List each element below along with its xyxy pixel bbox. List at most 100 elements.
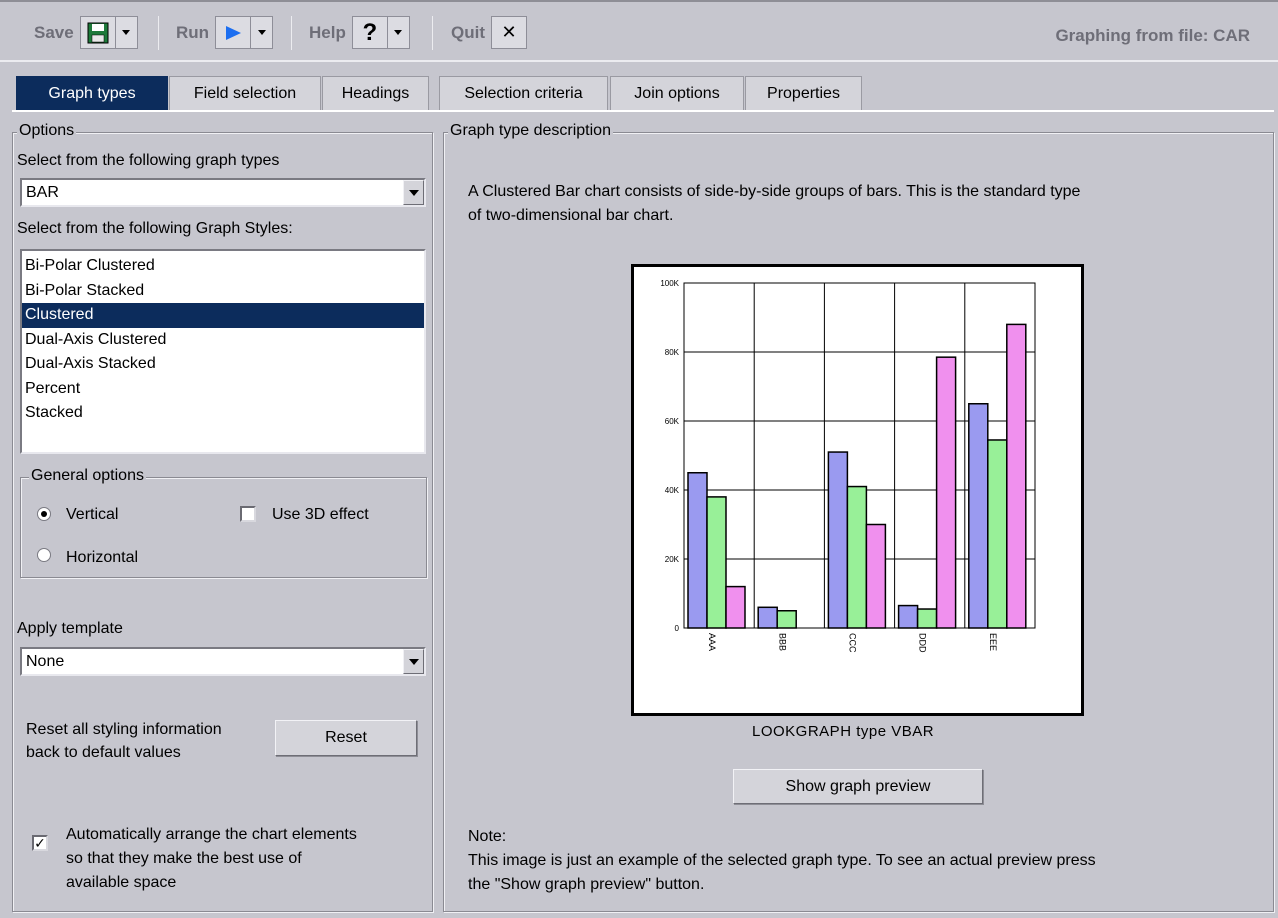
- floppy-disk-icon: [87, 22, 109, 43]
- tab-join-options[interactable]: Join options: [610, 76, 744, 110]
- horizontal-radio[interactable]: [37, 548, 51, 562]
- bar: [865, 523, 887, 629]
- bar-chart: 0 20K 40K 60K 80K 100K AAA BBB CCC DDD EEE: [660, 279, 1036, 653]
- toolbar-separator: [291, 16, 292, 50]
- chevron-down-icon: [394, 30, 403, 35]
- bar: [776, 610, 797, 629]
- bar: [935, 356, 957, 629]
- auto-arrange-line1[interactable]: Automatically arrange the chart elements: [66, 826, 357, 844]
- x-tick-label: BBB: [777, 633, 787, 651]
- help-button[interactable]: ?: [351, 16, 388, 49]
- note-line1: This image is just an example of the sel…: [468, 852, 1096, 869]
- note-label: Note:: [468, 828, 507, 845]
- tab-bar: Graph types Field selection Headings Sel…: [0, 66, 1278, 110]
- auto-arrange-line2[interactable]: so that they make the best use of: [66, 850, 302, 868]
- toolbar-separator: [158, 16, 159, 50]
- description-line1: A Clustered Bar chart consists of side-b…: [468, 183, 1081, 200]
- bar: [687, 472, 708, 629]
- example-chart: 0 20K 40K 60K 80K 100K AAA BBB CCC DDD EEE: [631, 264, 1084, 716]
- play-icon: [226, 25, 242, 40]
- tab-underline: [12, 110, 1274, 112]
- chevron-down-icon: [122, 30, 131, 35]
- apply-template-label: Apply template: [17, 620, 123, 637]
- chevron-down-icon: [408, 658, 419, 665]
- run-button[interactable]: [215, 16, 252, 49]
- save-button[interactable]: [79, 16, 116, 49]
- bar: [846, 485, 868, 629]
- help-group: Help ?: [309, 15, 410, 50]
- vertical-label[interactable]: Vertical: [66, 506, 118, 524]
- save-dropdown-button[interactable]: [115, 16, 138, 49]
- bar: [897, 604, 919, 629]
- x-tick-label: AAA: [707, 633, 717, 651]
- list-item-bi-polar-clustered[interactable]: Bi-Polar Clustered: [22, 254, 424, 279]
- quit-label[interactable]: Quit: [451, 23, 485, 43]
- list-item-clustered[interactable]: Clustered: [22, 303, 424, 328]
- bar: [757, 606, 778, 629]
- bar: [916, 608, 938, 629]
- template-select[interactable]: None: [20, 647, 426, 676]
- y-tick-label: 80K: [665, 348, 680, 357]
- note-line2: the "Show graph preview" button.: [468, 876, 705, 893]
- graph-styles-list[interactable]: Bi-Polar Clustered Bi-Polar Stacked Clus…: [20, 249, 426, 454]
- question-icon: ?: [362, 18, 378, 46]
- tab-field-selection[interactable]: Field selection: [169, 76, 321, 110]
- reset-description-line2: back to default values: [26, 744, 181, 761]
- description-line2: of two-dimensional bar chart.: [468, 207, 674, 224]
- chart-caption: LOOKGRAPH type VBAR: [752, 723, 935, 740]
- help-label[interactable]: Help: [309, 23, 346, 43]
- list-item-percent[interactable]: Percent: [22, 377, 424, 402]
- reset-description-line1: Reset all styling information: [26, 721, 222, 738]
- quit-button[interactable]: ✕: [491, 16, 527, 49]
- y-tick-label: 20K: [665, 555, 680, 564]
- general-options-legend: General options: [29, 467, 146, 485]
- list-item-dual-axis-clustered[interactable]: Dual-Axis Clustered: [22, 328, 424, 353]
- y-tick-label: 0: [675, 624, 680, 633]
- use-3d-label[interactable]: Use 3D effect: [272, 506, 369, 524]
- y-tick-label: 40K: [665, 486, 680, 495]
- tab-headings[interactable]: Headings: [322, 76, 429, 110]
- toolbar: Save Run Help ? Quit ✕ Graphing from fil…: [0, 0, 1278, 62]
- use-3d-checkbox[interactable]: [240, 506, 256, 522]
- template-value: None: [26, 653, 65, 670]
- graph-styles-label: Select from the following Graph Styles:: [17, 220, 293, 237]
- graph-type-value: BAR: [26, 184, 59, 201]
- tab-graph-types[interactable]: Graph types: [16, 76, 168, 110]
- bar: [968, 403, 989, 629]
- template-dropdown-button[interactable]: [403, 649, 424, 674]
- bar: [987, 439, 1008, 629]
- run-dropdown-button[interactable]: [251, 16, 274, 49]
- horizontal-label[interactable]: Horizontal: [66, 549, 138, 567]
- run-group: Run: [176, 15, 274, 50]
- auto-arrange-line3[interactable]: available space: [66, 874, 176, 892]
- vertical-radio[interactable]: [37, 507, 51, 521]
- tab-properties[interactable]: Properties: [745, 76, 862, 110]
- description-legend: Graph type description: [448, 122, 613, 140]
- show-graph-preview-button[interactable]: Show graph preview: [733, 769, 983, 804]
- toolbar-separator: [432, 16, 433, 50]
- x-tick-label: DDD: [918, 633, 928, 653]
- list-item-bi-polar-stacked[interactable]: Bi-Polar Stacked: [22, 279, 424, 304]
- graph-type-select[interactable]: BAR: [20, 178, 426, 207]
- window-title: Graphing from file: CAR: [1055, 26, 1250, 45]
- options-legend: Options: [17, 122, 77, 140]
- list-item-stacked[interactable]: Stacked: [22, 401, 424, 426]
- y-tick-label: 60K: [665, 417, 680, 426]
- close-icon: ✕: [501, 22, 517, 42]
- x-tick-label: CCC: [848, 633, 858, 653]
- bar: [827, 451, 849, 629]
- bar: [725, 585, 746, 629]
- run-label[interactable]: Run: [176, 23, 209, 43]
- auto-arrange-checkbox[interactable]: ✓: [32, 835, 48, 851]
- chevron-down-icon: [408, 189, 419, 196]
- bar: [706, 496, 727, 629]
- graph-type-dropdown-button[interactable]: [403, 180, 424, 205]
- reset-button[interactable]: Reset: [275, 720, 417, 756]
- help-dropdown-button[interactable]: [387, 16, 410, 49]
- save-label[interactable]: Save: [34, 23, 74, 43]
- y-tick-label: 100K: [660, 279, 679, 288]
- list-item-dual-axis-stacked[interactable]: Dual-Axis Stacked: [22, 352, 424, 377]
- x-tick-label: EEE: [988, 633, 998, 651]
- chevron-down-icon: [257, 30, 266, 35]
- tab-selection-criteria[interactable]: Selection criteria: [439, 76, 608, 110]
